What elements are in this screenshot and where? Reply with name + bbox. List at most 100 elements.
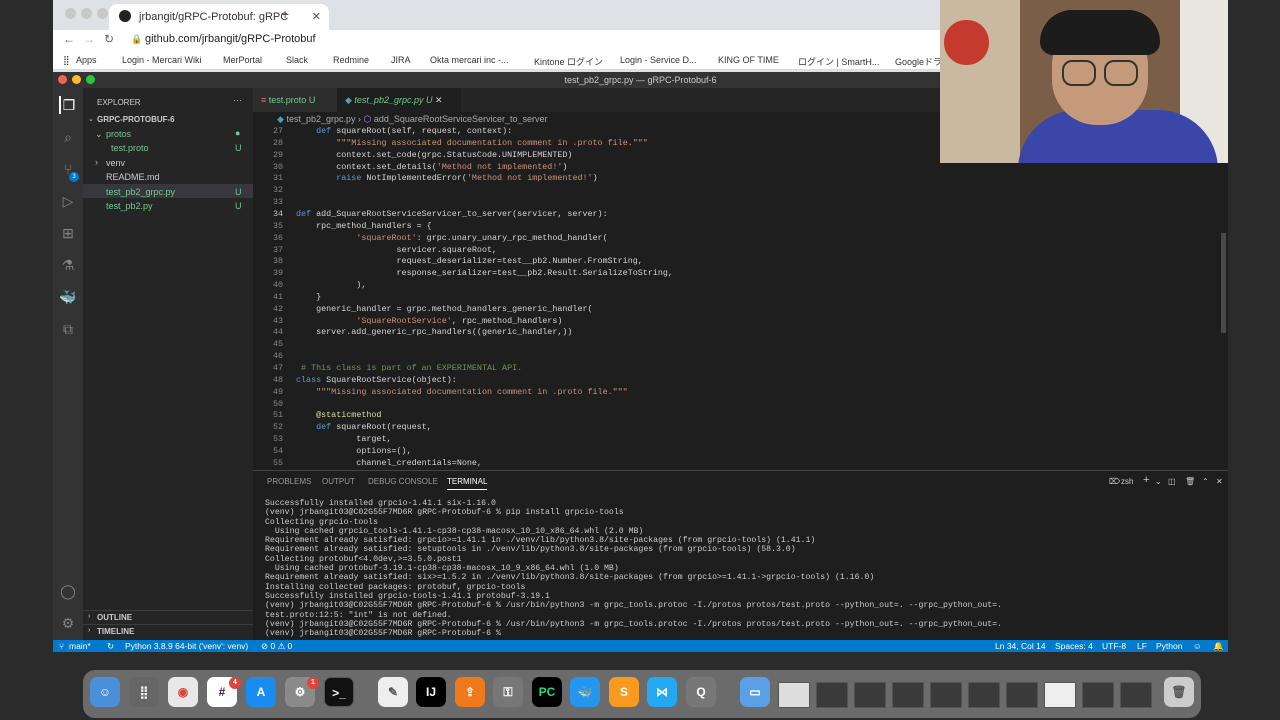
minimized-window[interactable] [1082, 682, 1114, 708]
zoom-light[interactable] [86, 75, 95, 84]
app-store-icon[interactable]: A [246, 677, 276, 707]
new-tab-icon[interactable]: + [281, 6, 289, 22]
minimize-light[interactable] [81, 8, 92, 19]
minimized-window[interactable] [854, 682, 886, 708]
folder-protos[interactable]: protos [106, 129, 131, 139]
code-editor[interactable]: 27 def squareRoot(self, request, context… [253, 126, 1153, 470]
trash-icon[interactable]: 🗑 [1164, 677, 1194, 707]
tab-problems[interactable]: PROBLEMS [267, 477, 311, 486]
system-preferences-icon[interactable]: ⚙ 1 [285, 677, 319, 707]
sync-icon[interactable]: ↻ [107, 640, 114, 652]
bookmark-mercari-wiki[interactable]: Login - Mercari Wiki [122, 55, 202, 65]
terminal-shell-name[interactable]: zsh [1121, 477, 1133, 486]
status-encoding[interactable]: UTF-8 [1102, 640, 1126, 652]
folder-icon[interactable]: ▭ [740, 677, 770, 707]
tab-debug-console[interactable]: DEBUG CONSOLE [368, 477, 438, 486]
minimized-window[interactable] [1006, 682, 1038, 708]
chrome-icon[interactable]: ◉ [168, 677, 198, 707]
file-test-pb2[interactable]: test_pb2.py [106, 201, 153, 211]
file-test-proto[interactable]: test.proto [111, 143, 149, 153]
status-position[interactable]: Ln 34, Col 14 [995, 640, 1046, 652]
reload-icon[interactable]: ↻ [104, 32, 114, 46]
docker-icon[interactable]: 🐳 [570, 677, 600, 707]
slack-icon[interactable]: #4 [207, 677, 241, 707]
maximize-panel-icon[interactable]: ⌃ [1202, 477, 1209, 486]
minimized-window[interactable] [816, 682, 848, 708]
outline-section[interactable]: OUTLINE [97, 613, 132, 622]
finder-icon[interactable]: ☺ [90, 677, 120, 707]
close-tab-icon[interactable]: ✕ [435, 95, 443, 105]
bookmark-king-of-time[interactable]: KING OF TIME [718, 55, 779, 65]
vscode-icon[interactable]: ⋈ [647, 677, 677, 707]
close-tab-icon[interactable]: ✕ [312, 10, 321, 23]
docker-icon[interactable]: 🐳 [59, 288, 77, 306]
notifications-bell-icon[interactable]: 🔔 [1213, 640, 1224, 652]
close-light[interactable] [65, 8, 76, 19]
extensions-icon[interactable]: ⊞ [59, 224, 77, 242]
explorer-icon[interactable]: ❐ [59, 96, 77, 114]
breadcrumb-file[interactable]: test_pb2_grpc.py [286, 114, 355, 124]
more-actions-icon[interactable]: ⋯ [233, 95, 242, 106]
minimized-window[interactable] [1044, 682, 1076, 708]
keychain-icon[interactable]: ⚿ [493, 677, 523, 707]
search-icon[interactable]: ⌕ [59, 128, 77, 146]
minimized-window[interactable] [778, 682, 810, 708]
chevron-right-icon[interactable]: › [95, 157, 98, 167]
cloud-upload-icon[interactable]: ⇪ [455, 677, 485, 707]
manage-gear-icon[interactable]: ⚙ [59, 614, 77, 632]
chevron-down-icon[interactable]: ⌄ [1155, 477, 1162, 486]
testing-icon[interactable]: ⚗ [59, 256, 77, 274]
minimized-window[interactable] [968, 682, 1000, 708]
bookmark-merportal[interactable]: MerPortal [223, 55, 262, 65]
new-terminal-icon[interactable]: + [1143, 474, 1149, 486]
bookmark-smarthr[interactable]: ログイン | SmartH... [798, 55, 879, 68]
status-problems[interactable]: ⊘ 0 ⚠ 0 [261, 640, 292, 652]
bookmark-jira[interactable]: JIRA [391, 55, 411, 65]
folder-venv[interactable]: venv [106, 158, 125, 168]
forward-icon[interactable]: → [83, 32, 95, 46]
bookmark-service-desk[interactable]: Login - Service D... [620, 55, 697, 65]
minimized-window[interactable] [930, 682, 962, 708]
status-python[interactable]: Python 3.8.9 64-bit ('venv': venv) [125, 640, 248, 652]
chevron-right-icon[interactable]: › [88, 627, 90, 634]
tab-output[interactable]: OUTPUT [322, 477, 355, 486]
minimize-light[interactable] [72, 75, 81, 84]
chevron-right-icon[interactable]: › [88, 613, 90, 620]
file-readme[interactable]: README.md [106, 172, 160, 182]
accounts-icon[interactable]: ◯ [59, 582, 77, 600]
bookmark-apps[interactable]: Apps [76, 55, 97, 65]
minimized-window[interactable] [1120, 682, 1152, 708]
workspace-root[interactable]: GRPC-PROTOBUF-6 [97, 115, 175, 124]
bookmark-okta[interactable]: Okta mercari inc -... [430, 55, 509, 65]
quicktime-icon[interactable]: Q [686, 677, 716, 707]
intellij-icon[interactable]: IJ [416, 677, 446, 707]
browser-tab[interactable]: jrbangit/gRPC-Protobuf: gRPC ✕ [109, 4, 329, 30]
run-debug-icon[interactable]: ▷ [59, 192, 77, 210]
tab-test-proto[interactable]: ≡ test.proto U [253, 88, 337, 112]
bookmark-google-drive[interactable]: Googleドラ [895, 55, 942, 68]
bookmark-redmine[interactable]: Redmine [333, 55, 369, 65]
trash-icon[interactable]: 🗑 [1185, 477, 1195, 486]
file-test-pb2-grpc[interactable]: test_pb2_grpc.py [106, 187, 175, 197]
tab-test-pb2-grpc[interactable]: ◆ test_pb2_grpc.py U ✕ [337, 88, 461, 112]
back-icon[interactable]: ← [63, 32, 75, 46]
tab-terminal[interactable]: TERMINAL [447, 477, 488, 490]
feedback-icon[interactable]: ☺ [1193, 640, 1202, 652]
breadcrumb-symbol[interactable]: add_SquareRootServiceServicer_to_server [374, 114, 548, 124]
close-panel-icon[interactable]: ✕ [1216, 477, 1223, 486]
close-light[interactable] [58, 75, 67, 84]
pycharm-icon[interactable]: PC [532, 677, 562, 707]
bookmark-slack[interactable]: Slack [286, 55, 308, 65]
chevron-down-icon[interactable]: ⌄ [88, 115, 94, 123]
timeline-section[interactable]: TIMELINE [97, 627, 134, 636]
status-language[interactable]: Python [1156, 640, 1182, 652]
terminal-app-icon[interactable]: >_ [324, 677, 354, 707]
sublime-icon[interactable]: S [609, 677, 639, 707]
terminal-output[interactable]: Successfully installed grpcio-1.41.1 six… [265, 499, 1220, 638]
launchpad-icon[interactable]: ⣿ [129, 677, 159, 707]
minimized-window[interactable] [892, 682, 924, 708]
textedit-icon[interactable]: ✎ [378, 677, 408, 707]
status-branch[interactable]: main* [69, 640, 91, 652]
status-spaces[interactable]: Spaces: 4 [1055, 640, 1093, 652]
editor-scrollbar[interactable] [1221, 233, 1226, 333]
